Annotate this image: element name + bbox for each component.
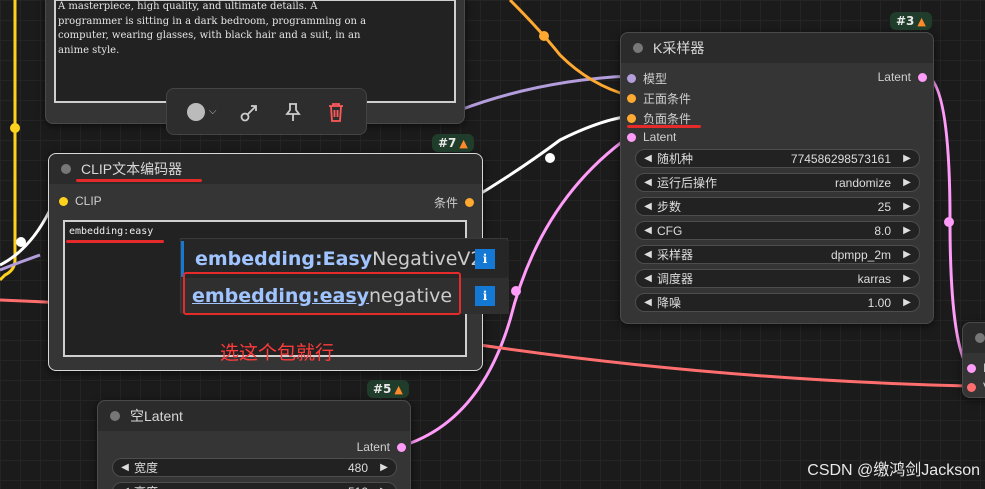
latent-input-dot[interactable] (627, 132, 636, 142)
delete-button[interactable] (321, 97, 351, 127)
decrement-arrow-icon[interactable]: ◀ (642, 273, 654, 284)
annotation-underline (76, 179, 202, 182)
increment-arrow-icon[interactable]: ▶ (901, 153, 913, 164)
cfg-widget[interactable]: ◀ CFG 8.0 ▶ (635, 221, 920, 240)
samples-input-dot[interactable] (967, 363, 976, 373)
bypass-button[interactable] (235, 97, 265, 127)
model-input-dot[interactable] (627, 74, 636, 83)
ksampler-title[interactable]: K采样器 (621, 33, 933, 63)
seed-widget[interactable]: ◀ 随机种 774586298573161 ▶ (635, 149, 920, 168)
collapse-dot-icon[interactable] (110, 411, 120, 421)
clip-node-title-text: CLIP文本编码器 (81, 161, 183, 177)
negative-wire (469, 114, 631, 202)
trash-icon (329, 102, 344, 122)
clip-node-badge: #7 ▲ (432, 134, 474, 152)
model-input-slot[interactable]: 模型 (627, 70, 667, 87)
samples-input-slot[interactable]: I (967, 361, 985, 375)
increment-arrow-icon[interactable]: ▶ (901, 273, 913, 284)
pin-button[interactable] (278, 97, 308, 127)
increment-arrow-icon[interactable]: ▶ (378, 462, 390, 473)
chevron-down-icon: ⌵ (208, 106, 217, 117)
fox-icon: ▲ (394, 382, 403, 396)
decrement-arrow-icon[interactable]: ◀ (642, 297, 654, 308)
positive-input-slot[interactable]: 正面条件 (627, 90, 691, 107)
decrement-arrow-icon[interactable]: ◀ (642, 201, 654, 212)
width-widget[interactable]: ◀ 宽度 480 ▶ (112, 458, 397, 477)
scheduler-widget[interactable]: ◀ 调度器 karras ▶ (635, 269, 920, 288)
latent-out-wire (927, 74, 970, 369)
annotation-text: 选这个包就行 (220, 342, 335, 364)
decrement-arrow-icon[interactable]: ◀ (642, 177, 654, 188)
latent-output-slot[interactable]: Latent (878, 70, 927, 84)
latent-output-slot[interactable]: Latent (357, 440, 406, 454)
decrement-arrow-icon[interactable]: ◀ (119, 462, 131, 473)
increment-arrow-icon[interactable]: ▶ (901, 225, 913, 236)
increment-arrow-icon[interactable]: ▶ (901, 177, 913, 188)
collapse-dot-icon[interactable] (975, 333, 985, 343)
watermark: CSDN @缴鸿剑Jackson (807, 462, 980, 479)
increment-arrow-icon[interactable]: ▶ (901, 297, 913, 308)
clip-input-slot[interactable]: CLIP (59, 194, 102, 208)
annotation-box (183, 272, 461, 315)
fox-icon: ▲ (917, 14, 926, 28)
collapse-dot-icon[interactable] (61, 164, 71, 174)
increment-arrow-icon[interactable]: ▶ (901, 249, 913, 260)
empty-latent-badge: #5 ▲ (367, 380, 409, 398)
pin-icon (285, 102, 301, 121)
decrement-arrow-icon[interactable]: ◀ (642, 225, 654, 236)
vae-input-slot[interactable]: V (967, 380, 985, 394)
positive-wire (508, 0, 631, 98)
annotation-underline (627, 125, 701, 128)
vae-input-dot[interactable] (967, 382, 976, 392)
decrement-arrow-icon[interactable]: ◀ (642, 153, 654, 164)
annotation-underline (66, 240, 164, 243)
info-button[interactable]: i (475, 249, 495, 269)
empty-latent-node[interactable]: 空Latent Latent ◀宽度480▶ ◀高度512▶ (97, 400, 411, 489)
clip-input-dot[interactable] (59, 196, 68, 206)
color-picker-button[interactable]: ⌵ (182, 97, 222, 127)
latent-input-slot[interactable]: Latent (627, 130, 676, 144)
denoise-widget[interactable]: ◀ 降噪 1.00 ▶ (635, 293, 920, 312)
fox-icon: ▲ (459, 136, 468, 150)
latent-output-dot[interactable] (397, 442, 406, 452)
decrement-arrow-icon[interactable]: ◀ (642, 249, 654, 260)
empty-latent-title[interactable]: 空Latent (98, 401, 410, 431)
prompt-text: A masterpiece, high quality, and ultimat… (58, 1, 367, 56)
latent-output-dot[interactable] (918, 72, 927, 82)
conditioning-output-slot[interactable]: 条件 (434, 194, 474, 211)
height-widget[interactable]: ◀高度512▶ (112, 482, 397, 489)
clip-wire (0, 0, 17, 282)
positive-input-dot[interactable] (627, 94, 636, 103)
color-dot-icon (186, 102, 205, 121)
control-after-generate-widget[interactable]: ◀ 运行后操作 randomize ▶ (635, 173, 920, 192)
info-button[interactable]: i (475, 286, 495, 306)
collapse-dot-icon[interactable] (633, 43, 643, 53)
ksampler-node[interactable]: K采样器 模型 正面条件 负面条件 Latent Latent ◀ 随机种 7745… (620, 32, 934, 324)
node-toolbar: ⌵ (166, 88, 367, 135)
negative-input-dot[interactable] (627, 114, 636, 123)
sampler-widget[interactable]: ◀ 采样器 dpmpp_2m ▶ (635, 245, 920, 264)
bypass-icon (240, 104, 257, 121)
conditioning-output-dot[interactable] (465, 198, 474, 207)
increment-arrow-icon[interactable]: ▶ (901, 201, 913, 212)
vae-decode-title[interactable] (963, 323, 985, 353)
ksampler-badge: #3 ▲ (890, 12, 932, 30)
steps-widget[interactable]: ◀ 步数 25 ▶ (635, 197, 920, 216)
vae-decode-node[interactable]: I V (962, 322, 985, 398)
